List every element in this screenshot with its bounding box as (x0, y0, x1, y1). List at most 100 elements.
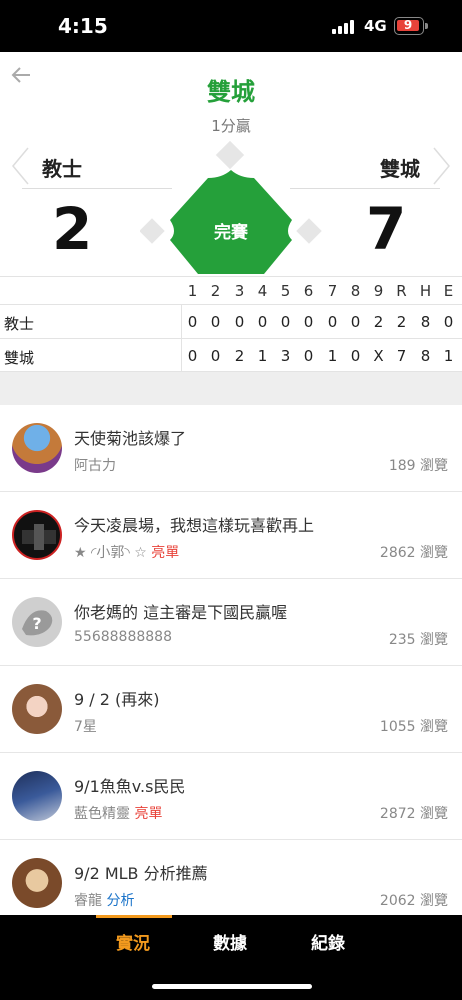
post-title: 9/2 MLB 分析推薦 (74, 864, 208, 883)
status-bar: 4:15 4G 9 (0, 0, 462, 52)
badge-analysis: 分析 (106, 893, 135, 909)
inning-cell: 0 (210, 347, 221, 365)
inning-header: 2 (210, 282, 221, 300)
post-views: 2062 瀏覽 (379, 893, 448, 909)
result-subtitle: 1分贏 (211, 117, 251, 135)
author-name: 睿龍 (74, 893, 102, 909)
inning-cell: X (373, 347, 384, 365)
inning-cell: 0 (350, 347, 361, 365)
active-tab-indicator (96, 915, 172, 918)
away-team-name[interactable]: 教士 (42, 153, 82, 182)
post-author: ★ ◜小郭◝ ☆ 亮單 (74, 542, 179, 562)
post-views: 189 瀏覽 (388, 458, 448, 474)
inning-cell: 0 (350, 313, 361, 331)
inning-cell: 0 (280, 313, 291, 331)
inning-cell: 0 (303, 347, 314, 365)
away-score: 2 (52, 195, 93, 263)
post-views: 2872 瀏覽 (379, 806, 448, 822)
hits-cell: 8 (420, 313, 431, 331)
post-item[interactable]: 9 / 2 (再來) 7星 1055 瀏覽 (0, 666, 462, 753)
runs-cell: 7 (396, 347, 407, 365)
dark-stage-avatar-icon (12, 510, 62, 560)
inning-header: 6 (303, 282, 314, 300)
inning-header: 3 (234, 282, 245, 300)
post-author: 7星 (74, 716, 97, 736)
post-title: 9/1魚魚v.s民民 (74, 777, 186, 796)
inning-cell: 3 (280, 347, 291, 365)
post-author: 阿古力 (74, 455, 116, 475)
errors-cell: 0 (443, 313, 454, 331)
post-author: 55688888888 (74, 629, 172, 645)
inning-header: 5 (280, 282, 291, 300)
linescore-row-away: 教士 0 0 0 0 0 0 0 0 2 2 8 0 (0, 304, 462, 338)
post-author: 睿龍 分析 (74, 890, 134, 910)
inning-cell: 0 (187, 313, 198, 331)
post-item[interactable]: 9/2 MLB 分析推薦 睿龍 分析 2062 瀏覽 (0, 840, 462, 927)
post-views: 235 瀏覽 (388, 632, 448, 648)
author-name: 7星 (74, 719, 97, 735)
inning-header: 9 (373, 282, 384, 300)
battery-level: 9 (403, 18, 413, 32)
linescore-team: 雙城 (4, 349, 35, 367)
badge-highlight: 亮單 (134, 806, 163, 822)
author-name: 藍色精靈 (74, 806, 130, 822)
status-time: 4:15 (58, 14, 108, 38)
badge-highlight: 亮單 (151, 545, 180, 561)
post-title: 你老媽的 這主審是下國民贏喔 (74, 603, 288, 622)
post-views: 1055 瀏覽 (379, 719, 448, 735)
battery-icon: 9 (394, 17, 428, 35)
author-name: 阿古力 (74, 458, 116, 474)
inning-cell: 0 (210, 313, 221, 331)
runs-header: R (396, 282, 407, 300)
inning-header: 4 (257, 282, 268, 300)
post-item[interactable]: 9/1魚魚v.s民民 藍色精靈 亮單 2872 瀏覽 (0, 753, 462, 840)
inning-cell: 0 (327, 313, 338, 331)
inning-header: 1 (187, 282, 198, 300)
author-name: ★ ◜小郭◝ ☆ (74, 545, 147, 561)
post-title: 天使菊池該爆了 (74, 429, 187, 448)
inning-cell: 0 (303, 313, 314, 331)
home-team-name[interactable]: 雙城 (380, 153, 420, 182)
runs-cell: 2 (396, 313, 407, 331)
temple-avatar-icon (12, 423, 62, 473)
post-item[interactable]: 今天凌晨場，我想這樣玩喜歡再上 ★ ◜小郭◝ ☆ 亮單 2862 瀏覽 (0, 492, 462, 579)
post-item[interactable]: ? 你老媽的 這主審是下國民贏喔 55688888888 235 瀏覽 (0, 579, 462, 666)
inning-cell: 0 (234, 313, 245, 331)
inning-cell: 1 (257, 347, 268, 365)
chevron-left-icon[interactable] (10, 146, 30, 186)
inning-cell: 1 (327, 347, 338, 365)
inning-header: 7 (327, 282, 338, 300)
tab-live[interactable]: 實況 (116, 929, 150, 954)
inning-cell: 0 (187, 347, 198, 365)
woman-portrait-avatar-icon (12, 684, 62, 734)
post-title: 今天凌晨場，我想這樣玩喜歡再上 (74, 516, 315, 535)
inning-cell: 2 (234, 347, 245, 365)
post-list: 天使菊池該爆了 阿古力 189 瀏覽 今天凌晨場，我想這樣玩喜歡再上 ★ ◜小郭… (0, 405, 462, 927)
bearded-man-avatar-icon (12, 858, 62, 908)
inning-cell: 0 (257, 313, 268, 331)
chevron-right-icon[interactable] (432, 146, 452, 186)
author-name: 55688888888 (74, 629, 172, 645)
post-author: 藍色精靈 亮單 (74, 803, 162, 823)
post-item[interactable]: 天使菊池該爆了 阿古力 189 瀏覽 (0, 405, 462, 492)
page-title: 雙城 (207, 78, 255, 106)
errors-header: E (443, 282, 454, 300)
post-title: 9 / 2 (再來) (74, 690, 160, 709)
home-indicator[interactable] (152, 984, 312, 989)
tab-records[interactable]: 紀錄 (311, 929, 345, 954)
poster-avatar-icon (12, 771, 62, 821)
network-label: 4G (364, 17, 387, 35)
signal-icon (332, 18, 358, 34)
post-views: 2862 瀏覽 (379, 545, 448, 561)
default-question-avatar-icon: ? (12, 597, 62, 647)
errors-cell: 1 (443, 347, 454, 365)
inning-cell: 2 (373, 313, 384, 331)
tab-stats[interactable]: 數據 (213, 929, 247, 954)
baseball-diamond-icon (140, 140, 322, 274)
linescore-team: 教士 (4, 315, 35, 333)
linescore-header-row: 1 2 3 4 5 6 7 8 9 R H E (0, 276, 462, 304)
game-status-label: 完賽 (214, 223, 248, 243)
svg-text:?: ? (32, 614, 41, 633)
linescore-row-home: 雙城 0 0 2 1 3 0 1 0 X 7 8 1 (0, 338, 462, 372)
hits-cell: 8 (420, 347, 431, 365)
